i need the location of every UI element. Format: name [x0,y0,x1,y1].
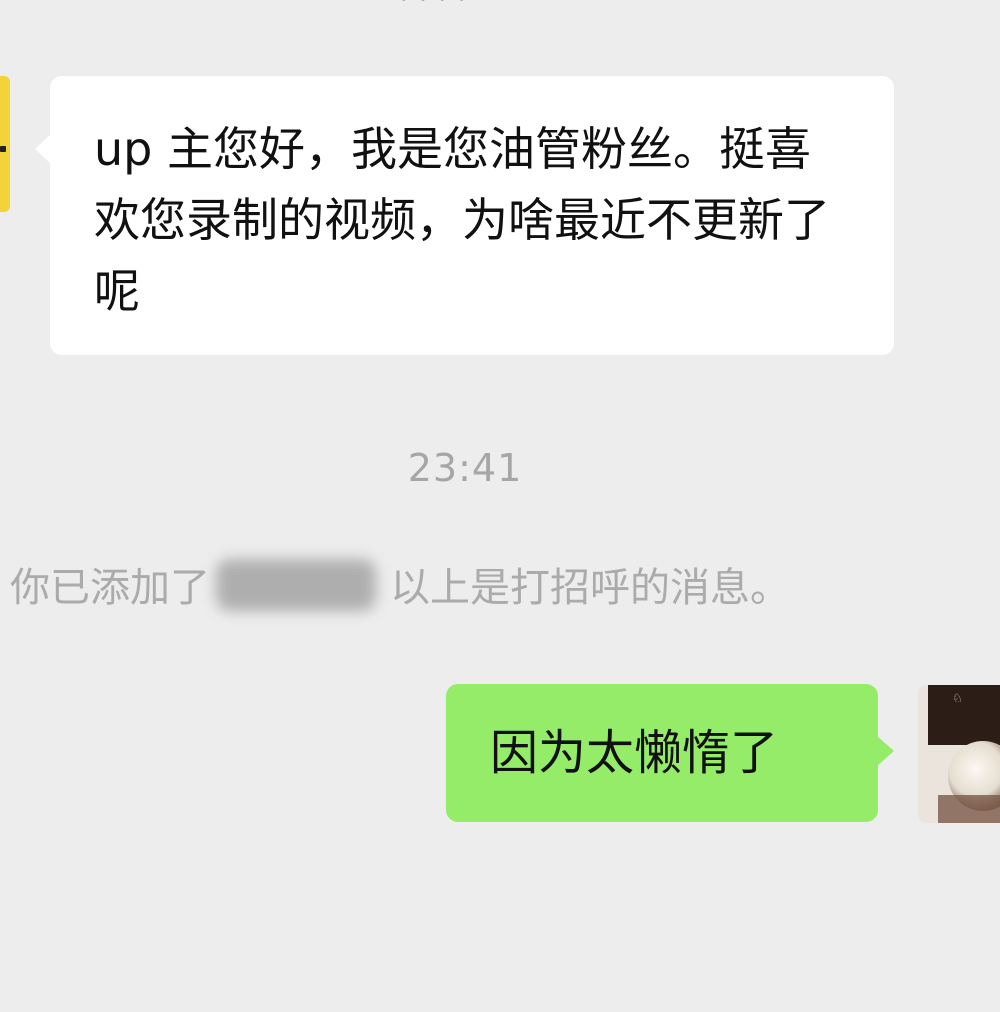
outgoing-message-text: 因为太懒惰了 [490,725,779,781]
incoming-message-text: up 主您好，我是您油管粉丝。挺喜欢您录制的视频，为啥最近不更新了呢 [94,122,830,318]
incoming-message-bubble[interactable]: up 主您好，我是您油管粉丝。挺喜欢您录制的视频，为啥最近不更新了呢 [35,76,894,355]
system-notice-suffix: 以上是打招呼的消息。 [390,565,790,611]
avatar-chips-graphic [938,795,1000,823]
message-timestamp: 23:41 [407,446,523,490]
outgoing-avatar-icon[interactable]: ♘ [918,685,1000,823]
avatar-mark [0,146,6,152]
blurred-contact-name [216,559,376,611]
incoming-avatar-icon[interactable] [0,76,10,212]
cropped-timestamp-remnant: · · · · [400,0,510,6]
avatar-box-graphic [928,685,1000,745]
system-notice-prefix: 你已添加了 [10,565,210,611]
chat-view[interactable]: · · · · up 主您好，我是您油管粉丝。挺喜欢您录制的视频，为啥最近不更新… [0,0,1000,1012]
system-notice: 你已添加了 以上是打招呼的消息。 [10,559,790,613]
avatar-crest-graphic: ♘ [952,691,963,705]
outgoing-message-bubble[interactable]: 因为太懒惰了 [446,684,894,822]
